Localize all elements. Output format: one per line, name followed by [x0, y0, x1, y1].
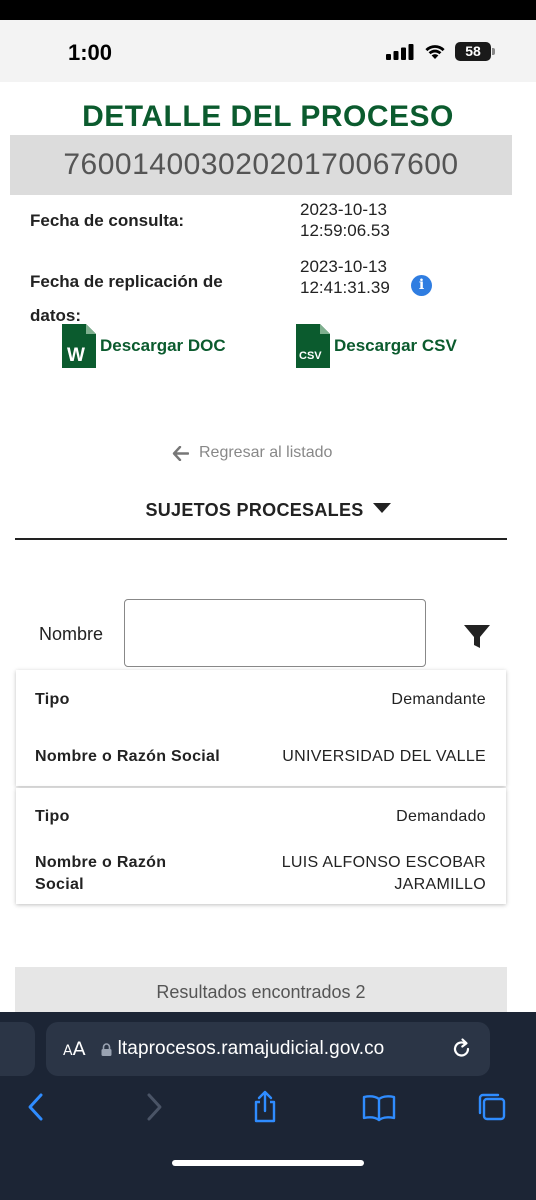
- tipo-value: Demandante: [391, 691, 486, 708]
- address-bar[interactable]: AA ltaprocesos.ramajudicial.gov.co: [46, 1022, 490, 1076]
- subject-card: Tipo Demandante Nombre o Razón Social UN…: [16, 670, 506, 786]
- forward-icon[interactable]: [136, 1090, 170, 1124]
- aa-small: A: [63, 1043, 73, 1059]
- page-title: DETALLE DEL PROCESO: [82, 100, 454, 133]
- previous-tab-peek[interactable]: [0, 1022, 35, 1076]
- nombre-label-line1: Nombre o Razón: [35, 854, 167, 871]
- nombre-value-line1: LUIS ALFONSO ESCOBAR: [281, 854, 486, 871]
- download-doc-button[interactable]: W Descargar DOC: [62, 324, 226, 368]
- reload-icon[interactable]: [450, 1037, 474, 1061]
- replicacion-date: 2023-10-13: [300, 257, 387, 276]
- browser-toolbar: AA ltaprocesos.ramajudicial.gov.co: [0, 1012, 536, 1200]
- replicacion-label-line1: Fecha de replicación de: [30, 272, 223, 291]
- bookmarks-icon[interactable]: [362, 1090, 396, 1124]
- tipo-label: Tipo: [35, 808, 70, 825]
- consulta-label: Fecha de consulta:: [30, 211, 184, 230]
- caret-down-icon: [372, 503, 391, 513]
- nombre-label-line2: Social: [35, 876, 84, 893]
- csv-file-icon: CSV: [296, 324, 330, 368]
- aa-big: A: [72, 1038, 86, 1060]
- tabs-icon[interactable]: [476, 1090, 510, 1124]
- back-arrow-icon: [172, 445, 189, 461]
- download-csv-label: Descargar CSV: [334, 336, 457, 355]
- word-file-letter: W: [67, 345, 85, 366]
- section-divider: [15, 538, 507, 540]
- section-toggle[interactable]: SUJETOS PROCESALES: [0, 500, 536, 521]
- nombre-value: UNIVERSIDAD DEL VALLE: [282, 748, 486, 765]
- csv-file-label: CSV: [299, 350, 322, 362]
- filter-icon[interactable]: [463, 623, 491, 651]
- signal-icon: [386, 44, 414, 60]
- back-icon[interactable]: [20, 1090, 54, 1124]
- back-to-list-label: Regresar al listado: [199, 444, 333, 461]
- subject-card: Tipo Demandado Nombre o Razón Social LUI…: [16, 788, 506, 904]
- share-icon[interactable]: [248, 1090, 282, 1124]
- status-time: 1:00: [68, 40, 113, 65]
- tipo-label: Tipo: [35, 691, 70, 708]
- wifi-icon: [425, 45, 445, 59]
- screen: 1:00 58 DETALLE DEL PROCESO 760014003020…: [0, 20, 536, 1200]
- status-bar: 1:00 58: [0, 20, 536, 82]
- word-file-icon: W: [62, 324, 96, 368]
- web-content: DETALLE DEL PROCESO 76001400302020170067…: [0, 82, 536, 1012]
- device-frame: 1:00 58 DETALLE DEL PROCESO 760014003020…: [0, 0, 536, 1200]
- download-doc-label: Descargar DOC: [100, 336, 226, 355]
- nombre-value-line2: JARAMILLO: [394, 876, 486, 893]
- battery-tip: [492, 48, 495, 55]
- consulta-time: 12:59:06.53: [300, 221, 390, 240]
- tipo-value: Demandado: [396, 808, 486, 825]
- battery-icon: 58: [455, 42, 491, 61]
- section-title: SUJETOS PROCESALES: [145, 500, 364, 520]
- consulta-date: 2023-10-13: [300, 200, 387, 219]
- home-indicator: [172, 1160, 364, 1166]
- results-count: Resultados encontrados 2: [15, 967, 507, 1012]
- reader-options-button[interactable]: AA: [63, 1038, 86, 1060]
- url-text: ltaprocesos.ramajudicial.gov.co: [117, 1038, 385, 1059]
- replicacion-time: 12:41:31.39: [300, 278, 390, 297]
- back-to-list-link[interactable]: Regresar al listado: [172, 444, 332, 462]
- name-filter-input[interactable]: [124, 599, 426, 667]
- filter-label: Nombre: [39, 624, 104, 644]
- process-number: 76001400302020170067600: [10, 135, 512, 195]
- lock-icon: [101, 1042, 112, 1056]
- nombre-label: Nombre o Razón Social: [35, 748, 220, 765]
- info-icon[interactable]: i: [411, 275, 432, 296]
- download-csv-button[interactable]: CSV Descargar CSV: [296, 324, 457, 368]
